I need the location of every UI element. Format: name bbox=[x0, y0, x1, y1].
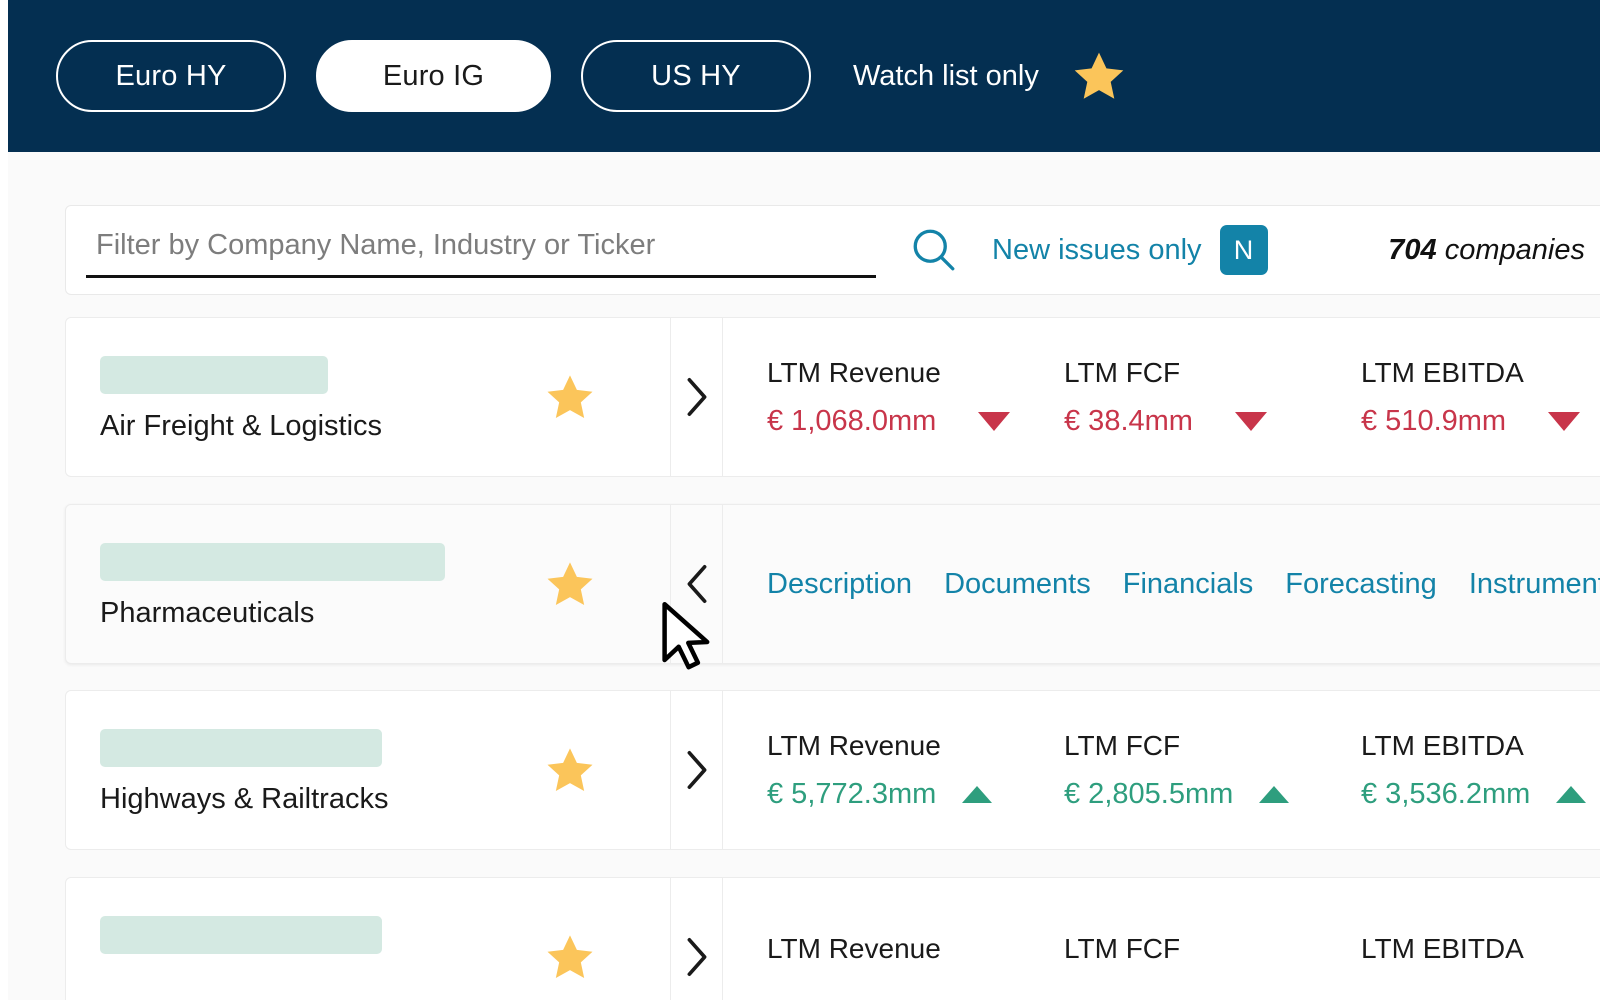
metric-label: LTM Revenue bbox=[767, 356, 941, 388]
table-row[interactable]: Highways & Railtracks LTM Revenue € 5,77… bbox=[65, 690, 1600, 850]
segment-us-hy[interactable]: US HY bbox=[581, 40, 811, 112]
row-watchlist-star[interactable] bbox=[544, 745, 596, 795]
row-metrics: LTM Revenue LTM FCF LTM EBITDA bbox=[723, 878, 1600, 1000]
trend-up-icon bbox=[962, 785, 993, 803]
metric-ltm-ebitda: LTM EBITDA bbox=[1361, 933, 1600, 981]
row-watchlist-star[interactable] bbox=[544, 932, 596, 982]
star-icon bbox=[547, 748, 593, 792]
chevron-right-icon bbox=[687, 378, 706, 416]
search-field-wrapper bbox=[86, 222, 876, 278]
metric-label: LTM EBITDA bbox=[1361, 356, 1524, 388]
trend-down-icon bbox=[1548, 411, 1581, 431]
company-count: 704 companies bbox=[1388, 234, 1585, 267]
metric-value: € 510.9mm bbox=[1361, 404, 1507, 437]
star-icon bbox=[1074, 52, 1124, 99]
segment-euro-hy[interactable]: Euro HY bbox=[56, 40, 286, 112]
segment-euro-ig-label: Euro IG bbox=[382, 59, 485, 92]
metric-ltm-fcf: LTM FCF € 38.4mm bbox=[1064, 357, 1361, 438]
metric-ltm-revenue: LTM Revenue € 1,068.0mm bbox=[767, 357, 1064, 438]
filter-toolbar: New issues only N 704 companies bbox=[65, 205, 1600, 295]
table-row[interactable]: LTM Revenue LTM FCF LTM EBITDA bbox=[65, 877, 1600, 1000]
search-input[interactable] bbox=[86, 229, 876, 268]
segment-euro-hy-label: Euro HY bbox=[115, 59, 227, 92]
metric-value: € 3,536.2mm bbox=[1361, 777, 1531, 810]
row-industry-label: Pharmaceuticals bbox=[100, 597, 315, 629]
tab-financials[interactable]: Financials bbox=[1123, 568, 1254, 601]
chevron-left-icon bbox=[687, 565, 706, 603]
metric-value: € 38.4mm bbox=[1064, 404, 1193, 437]
metric-ltm-ebitda: LTM EBITDA € 510.9mm bbox=[1361, 357, 1600, 438]
company-count-number: 704 bbox=[1388, 233, 1437, 266]
tab-documents[interactable]: Documents bbox=[944, 568, 1091, 601]
top-navigation-bar: Euro HY Euro IG US HY Watch list only bbox=[8, 0, 1600, 152]
row-company-cell: Pharmaceuticals bbox=[66, 505, 671, 663]
metric-ltm-fcf: LTM FCF bbox=[1064, 933, 1361, 981]
search-button[interactable] bbox=[906, 222, 962, 278]
company-name-redacted bbox=[100, 543, 445, 581]
new-issues-only-toggle[interactable]: New issues only N bbox=[992, 225, 1268, 275]
metric-label: LTM Revenue bbox=[767, 729, 941, 761]
trend-down-icon bbox=[978, 411, 1011, 431]
metric-label: LTM EBITDA bbox=[1361, 933, 1524, 964]
row-metrics: LTM Revenue € 1,068.0mm LTM FCF € 38.4mm… bbox=[723, 318, 1600, 476]
trend-down-icon bbox=[1234, 411, 1267, 431]
metric-value: € 1,068.0mm bbox=[767, 404, 937, 437]
star-icon bbox=[547, 935, 593, 979]
tab-instruments[interactable]: Instruments bbox=[1469, 568, 1600, 601]
new-issues-only-label: New issues only bbox=[992, 233, 1202, 266]
company-count-unit: companies bbox=[1444, 233, 1585, 266]
metric-label: LTM FCF bbox=[1064, 933, 1181, 964]
trend-up-icon bbox=[1259, 785, 1290, 803]
row-watchlist-star[interactable] bbox=[544, 559, 596, 609]
watch-list-toggle[interactable] bbox=[1071, 49, 1127, 103]
segment-euro-ig[interactable]: Euro IG bbox=[316, 40, 551, 112]
company-name-redacted bbox=[100, 356, 328, 394]
row-expand-toggle[interactable] bbox=[671, 318, 723, 476]
star-icon bbox=[547, 562, 593, 606]
row-detail-tabs: Description Documents Financials Forecas… bbox=[723, 505, 1600, 663]
metric-label: LTM FCF bbox=[1064, 356, 1181, 388]
metric-label: LTM FCF bbox=[1064, 729, 1181, 761]
watch-list-only-label: Watch list only bbox=[853, 59, 1039, 92]
tab-description[interactable]: Description bbox=[767, 568, 912, 601]
new-issues-badge: N bbox=[1219, 225, 1268, 275]
metric-ltm-ebitda: LTM EBITDA € 3,536.2mm bbox=[1361, 730, 1600, 811]
row-metrics: LTM Revenue € 5,772.3mm LTM FCF € 2,805.… bbox=[723, 691, 1600, 849]
row-industry-label: Highways & Railtracks bbox=[100, 783, 389, 815]
search-icon bbox=[913, 229, 955, 271]
tab-forecasting[interactable]: Forecasting bbox=[1285, 568, 1437, 601]
star-icon bbox=[547, 375, 593, 419]
table-row[interactable]: Air Freight & Logistics LTM Revenue € 1,… bbox=[65, 317, 1600, 477]
trend-up-icon bbox=[1556, 785, 1587, 803]
company-name-redacted bbox=[100, 916, 382, 954]
metric-label: LTM Revenue bbox=[767, 933, 941, 964]
metric-ltm-revenue: LTM Revenue € 5,772.3mm bbox=[767, 730, 1064, 811]
row-company-cell: Highways & Railtracks bbox=[66, 691, 671, 849]
row-collapse-toggle[interactable] bbox=[671, 505, 723, 663]
row-expand-toggle[interactable] bbox=[671, 878, 723, 1000]
row-watchlist-star[interactable] bbox=[544, 372, 596, 422]
metric-ltm-fcf: LTM FCF € 2,805.5mm bbox=[1064, 730, 1361, 811]
company-name-redacted bbox=[100, 729, 382, 767]
screener-content: New issues only N 704 companies Air Frei… bbox=[57, 152, 1600, 1000]
row-industry-label: Air Freight & Logistics bbox=[100, 410, 383, 442]
table-row-expanded[interactable]: Pharmaceuticals Description Documents Fi… bbox=[65, 504, 1600, 664]
row-company-cell bbox=[66, 878, 671, 1000]
screener-page: New issues only N 704 companies Air Frei… bbox=[8, 152, 1600, 1000]
row-company-cell: Air Freight & Logistics bbox=[66, 318, 671, 476]
metric-ltm-revenue: LTM Revenue bbox=[767, 933, 1064, 981]
metric-label: LTM EBITDA bbox=[1361, 729, 1524, 761]
row-expand-toggle[interactable] bbox=[671, 691, 723, 849]
chevron-right-icon bbox=[687, 751, 706, 789]
segment-us-hy-label: US HY bbox=[651, 59, 741, 92]
chevron-right-icon bbox=[687, 938, 706, 976]
metric-value: € 5,772.3mm bbox=[767, 777, 937, 810]
metric-value: € 2,805.5mm bbox=[1064, 777, 1234, 810]
